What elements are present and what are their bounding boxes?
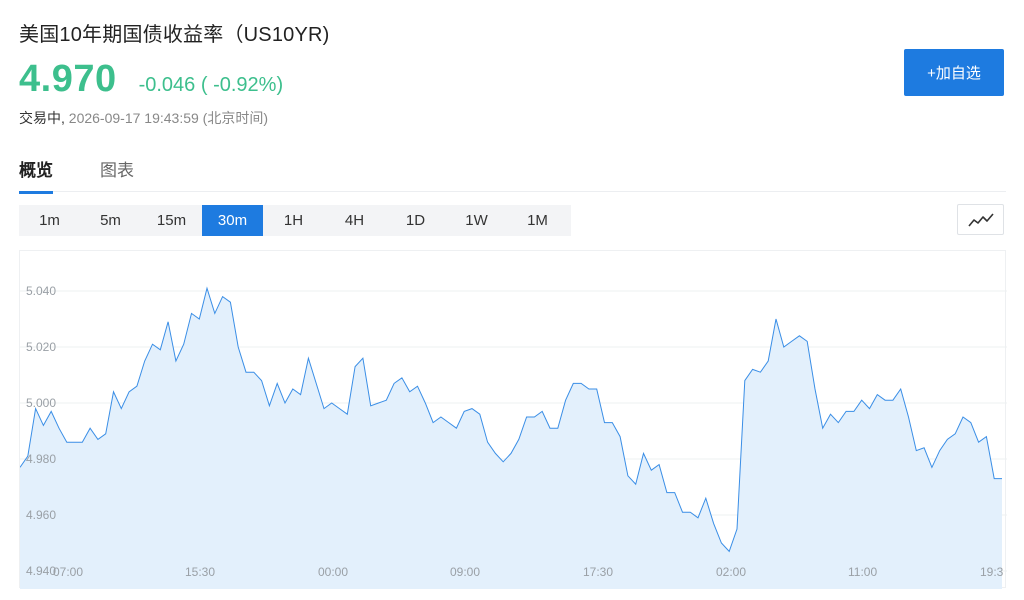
interval-1mo[interactable]: 1M xyxy=(507,205,568,236)
tab-chart[interactable]: 图表 xyxy=(100,156,134,191)
price-chart[interactable]: 5.040 5.020 5.000 4.980 4.960 4.940 07:00 15:30… xyxy=(19,250,1007,589)
interval-5m[interactable]: 5m xyxy=(80,205,141,236)
x-tick-label: 11:00 xyxy=(848,565,877,579)
y-tick-label: 5.040 xyxy=(26,284,56,298)
add-watchlist-button[interactable]: +加自选 xyxy=(904,49,1004,96)
x-tick-label: 19:3 xyxy=(980,565,1004,579)
interval-30m[interactable]: 30m xyxy=(202,205,263,236)
x-tick-label: 17:30 xyxy=(583,565,613,579)
price-change: -0.046 ( -0.92%) xyxy=(138,74,284,96)
current-price: 4.970 xyxy=(19,58,117,100)
x-tick-label: 07:00 xyxy=(53,565,83,579)
x-tick-label: 09:00 xyxy=(450,565,480,579)
chart-type-button[interactable] xyxy=(957,204,1004,235)
interval-1m[interactable]: 1m xyxy=(19,205,80,236)
y-tick-label: 5.020 xyxy=(26,340,56,354)
interval-15m[interactable]: 15m xyxy=(141,205,202,236)
x-tick-label: 00:00 xyxy=(318,565,348,579)
x-tick-label: 15:30 xyxy=(185,565,215,579)
line-chart-icon xyxy=(967,212,994,227)
market-state: 交易中, xyxy=(19,110,65,126)
interval-selector: 1m 5m 15m 30m 1H 4H 1D 1W 1M xyxy=(19,205,571,236)
price-row: 4.970 -0.046 ( -0.92%) xyxy=(19,58,283,101)
interval-1w[interactable]: 1W xyxy=(446,205,507,236)
interval-1h[interactable]: 1H xyxy=(263,205,324,236)
y-tick-label: 5.000 xyxy=(26,396,56,410)
y-tick-label: 4.940 xyxy=(26,564,56,578)
x-tick-label: 02:00 xyxy=(716,565,746,579)
interval-4h[interactable]: 4H xyxy=(324,205,385,236)
y-tick-label: 4.980 xyxy=(26,452,56,466)
page-title: 美国10年期国债收益率（US10YR) xyxy=(19,24,330,46)
price-area xyxy=(20,288,1002,589)
tab-bar: 概览 图表 xyxy=(19,150,1006,194)
tab-overview[interactable]: 概览 xyxy=(19,156,53,194)
interval-1d[interactable]: 1D xyxy=(385,205,446,236)
y-tick-label: 4.960 xyxy=(26,508,56,522)
timestamp: 2026-09-17 19:43:59 (北京时间) xyxy=(68,110,268,126)
trading-status: 交易中, 2026-09-17 19:43:59 (北京时间) xyxy=(19,108,268,128)
price-chart-svg: 5.040 5.020 5.000 4.980 4.960 4.94007:00 15:30… xyxy=(20,284,1007,589)
